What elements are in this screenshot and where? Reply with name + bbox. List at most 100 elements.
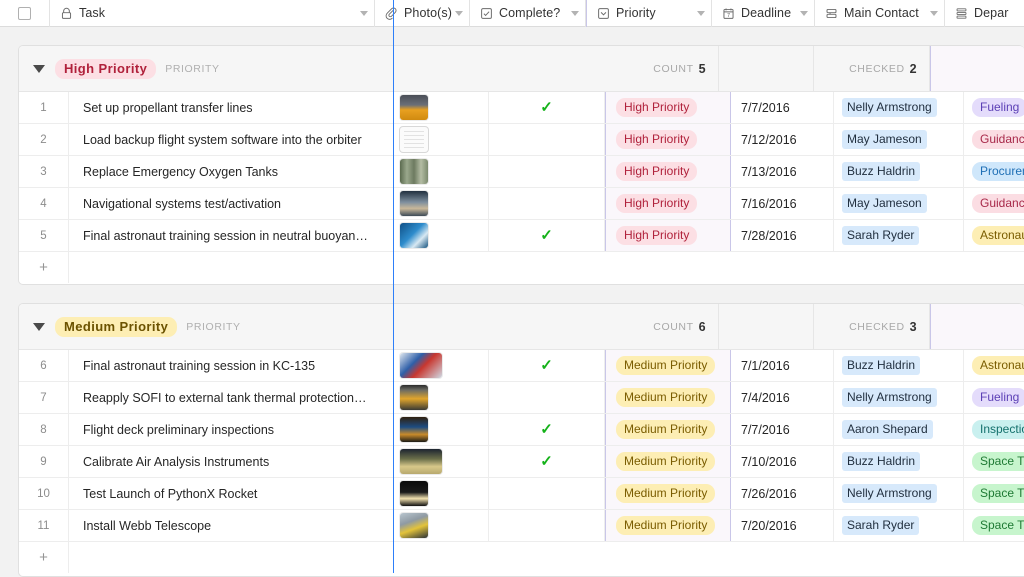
chevron-down-icon[interactable] bbox=[360, 11, 368, 16]
cell-complete[interactable]: ✓ bbox=[489, 446, 605, 477]
table-row[interactable]: 4Navigational systems test/activationHig… bbox=[19, 188, 1024, 220]
cell-complete[interactable] bbox=[489, 510, 605, 541]
cell-complete[interactable]: ✓ bbox=[489, 92, 605, 123]
cell-deadline[interactable]: 7/10/2016 bbox=[731, 446, 834, 477]
chevron-down-icon[interactable] bbox=[800, 11, 808, 16]
cell-priority[interactable]: Medium Priority bbox=[605, 382, 731, 413]
document-page-photo[interactable] bbox=[400, 127, 428, 152]
group-title-cell[interactable]: High PriorityPRIORITY bbox=[19, 46, 394, 91]
select-all-checkbox[interactable] bbox=[18, 7, 31, 20]
table-row[interactable]: 10Test Launch of PythonX RocketMedium Pr… bbox=[19, 478, 1024, 510]
cell-department[interactable]: Space Travel bbox=[964, 478, 1024, 509]
cell-department[interactable]: Fueling bbox=[964, 382, 1024, 413]
table-row[interactable]: 9Calibrate Air Analysis Instruments✓Medi… bbox=[19, 446, 1024, 478]
table-row[interactable]: 2Load backup flight system software into… bbox=[19, 124, 1024, 156]
cell-department[interactable]: Astronaut bbox=[964, 220, 1024, 251]
cell-main-contact[interactable]: Nelly Armstrong bbox=[834, 382, 964, 413]
cell-deadline[interactable]: 7/12/2016 bbox=[731, 124, 834, 155]
cell-task[interactable]: Calibrate Air Analysis Instruments bbox=[69, 446, 394, 477]
cell-deadline[interactable]: 7/26/2016 bbox=[731, 478, 834, 509]
cell-priority[interactable]: High Priority bbox=[605, 220, 731, 251]
column-header-task[interactable]: Task bbox=[50, 0, 375, 27]
external-tank-photo[interactable] bbox=[400, 385, 428, 410]
cell-department[interactable]: Fueling bbox=[964, 92, 1024, 123]
cell-priority[interactable]: High Priority bbox=[605, 188, 731, 219]
cell-main-contact[interactable]: Buzz Haldrin bbox=[834, 156, 964, 187]
cell-deadline[interactable]: 7/4/2016 bbox=[731, 382, 834, 413]
group-title-cell[interactable]: Medium PriorityPRIORITY bbox=[19, 304, 394, 349]
cell-task[interactable]: Test Launch of PythonX Rocket bbox=[69, 478, 394, 509]
cell-deadline[interactable]: 7/7/2016 bbox=[731, 92, 834, 123]
cell-photos[interactable] bbox=[394, 220, 489, 251]
collapse-group-icon[interactable] bbox=[33, 323, 45, 331]
cell-photos[interactable] bbox=[394, 510, 489, 541]
cell-task[interactable]: Reapply SOFI to external tank thermal pr… bbox=[69, 382, 394, 413]
column-header-photos[interactable]: Photo(s) bbox=[375, 0, 470, 27]
collapse-group-icon[interactable] bbox=[33, 65, 45, 73]
cell-task[interactable]: Set up propellant transfer lines bbox=[69, 92, 394, 123]
cell-priority[interactable]: Medium Priority bbox=[605, 478, 731, 509]
cell-priority[interactable]: Medium Priority bbox=[605, 510, 731, 541]
cell-main-contact[interactable]: May Jameson bbox=[834, 124, 964, 155]
table-row[interactable]: 7Reapply SOFI to external tank thermal p… bbox=[19, 382, 1024, 414]
add-row-plus-icon[interactable]: + bbox=[19, 252, 69, 283]
cell-priority[interactable]: Medium Priority bbox=[605, 414, 731, 445]
chevron-down-icon[interactable] bbox=[571, 11, 579, 16]
cell-photos[interactable] bbox=[394, 478, 489, 509]
cell-task[interactable]: Navigational systems test/activation bbox=[69, 188, 394, 219]
chevron-down-icon[interactable] bbox=[455, 11, 463, 16]
cell-task[interactable]: Replace Emergency Oxygen Tanks bbox=[69, 156, 394, 187]
underwater-training-photo[interactable] bbox=[400, 223, 428, 248]
cell-complete[interactable] bbox=[489, 188, 605, 219]
rocket-launch-photo[interactable] bbox=[400, 481, 428, 506]
table-row[interactable]: 1Set up propellant transfer lines✓High P… bbox=[19, 92, 1024, 124]
cell-main-contact[interactable]: Sarah Ryder bbox=[834, 510, 964, 541]
add-row-plus-icon[interactable]: + bbox=[19, 542, 69, 573]
cell-photos[interactable] bbox=[394, 188, 489, 219]
cell-deadline[interactable]: 7/1/2016 bbox=[731, 350, 834, 381]
chevron-down-icon[interactable] bbox=[697, 11, 705, 16]
cell-photos[interactable] bbox=[394, 156, 489, 187]
flight-deck-photo[interactable] bbox=[400, 417, 428, 442]
cell-photos[interactable] bbox=[394, 414, 489, 445]
cell-deadline[interactable]: 7/7/2016 bbox=[731, 414, 834, 445]
cell-department[interactable]: Guidance bbox=[964, 124, 1024, 155]
cell-complete[interactable] bbox=[489, 478, 605, 509]
table-row[interactable]: 11Install Webb TelescopeMedium Priority7… bbox=[19, 510, 1024, 542]
column-header-deadline[interactable]: 7 Deadline bbox=[712, 0, 815, 27]
cell-department[interactable]: Guidance bbox=[964, 188, 1024, 219]
cell-priority[interactable]: High Priority bbox=[605, 156, 731, 187]
cell-priority[interactable]: Medium Priority bbox=[605, 446, 731, 477]
table-row[interactable]: 5Final astronaut training session in neu… bbox=[19, 220, 1024, 252]
add-row[interactable]: + bbox=[19, 252, 1024, 283]
table-row[interactable]: 6Final astronaut training session in KC-… bbox=[19, 350, 1024, 382]
cell-main-contact[interactable]: Nelly Armstrong bbox=[834, 478, 964, 509]
cell-priority[interactable]: High Priority bbox=[605, 124, 731, 155]
cell-priority[interactable]: High Priority bbox=[605, 92, 731, 123]
cell-main-contact[interactable]: May Jameson bbox=[834, 188, 964, 219]
table-row[interactable]: 8Flight deck preliminary inspections✓Med… bbox=[19, 414, 1024, 446]
cell-deadline[interactable]: 7/28/2016 bbox=[731, 220, 834, 251]
cell-department[interactable]: Space Travel bbox=[964, 510, 1024, 541]
cell-photos[interactable] bbox=[394, 446, 489, 477]
zero-g-flight-photo[interactable] bbox=[400, 353, 442, 378]
column-header-complete[interactable]: Complete? bbox=[470, 0, 586, 27]
column-header-department[interactable]: Depar bbox=[945, 0, 1024, 27]
cell-photos[interactable] bbox=[394, 350, 489, 381]
astronaut-suit-photo[interactable] bbox=[400, 95, 428, 120]
cell-task[interactable]: Final astronaut training session in KC-1… bbox=[69, 350, 394, 381]
cell-task[interactable]: Install Webb Telescope bbox=[69, 510, 394, 541]
cell-deadline[interactable]: 7/16/2016 bbox=[731, 188, 834, 219]
table-row[interactable]: 3Replace Emergency Oxygen TanksHigh Prio… bbox=[19, 156, 1024, 188]
cell-priority[interactable]: Medium Priority bbox=[605, 350, 731, 381]
cell-complete[interactable]: ✓ bbox=[489, 350, 605, 381]
cell-department[interactable]: Astronaut bbox=[964, 350, 1024, 381]
cell-main-contact[interactable]: Nelly Armstrong bbox=[834, 92, 964, 123]
cell-task[interactable]: Flight deck preliminary inspections bbox=[69, 414, 394, 445]
cell-complete[interactable] bbox=[489, 124, 605, 155]
cell-complete[interactable] bbox=[489, 382, 605, 413]
select-all-cell[interactable] bbox=[0, 0, 50, 27]
chevron-down-icon[interactable] bbox=[930, 11, 938, 16]
oxygen-tanks-photo[interactable] bbox=[400, 159, 428, 184]
column-header-priority[interactable]: Priority bbox=[586, 0, 712, 27]
